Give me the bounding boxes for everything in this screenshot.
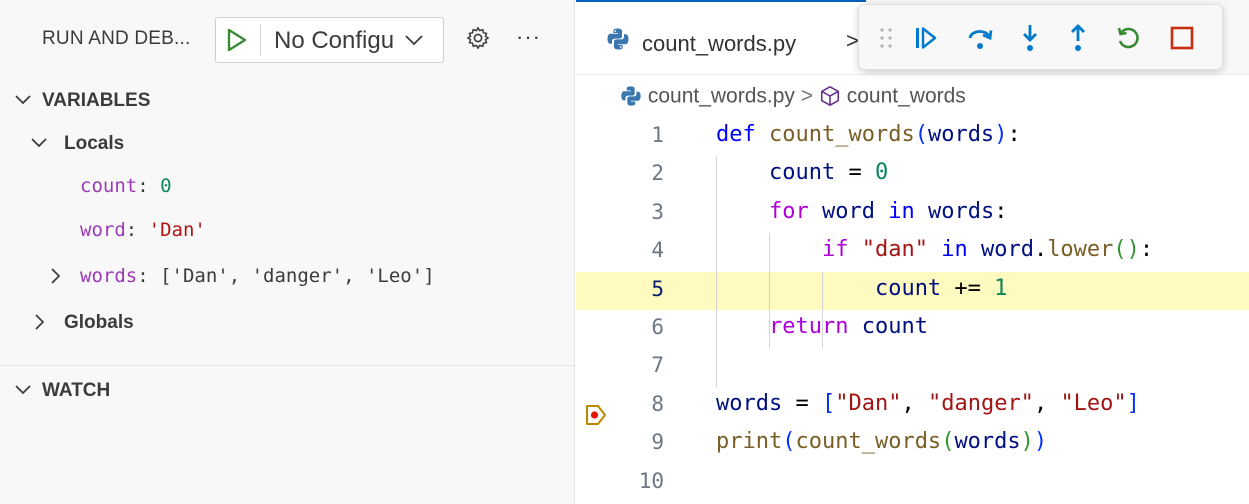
debug-toolbar (858, 4, 1223, 70)
drag-handle-icon[interactable] (879, 27, 893, 49)
tab-label: count_words.py (642, 31, 797, 56)
run-debug-header: RUN AND DEB... No Configu ··· (0, 0, 575, 72)
chevron-right-icon[interactable] (50, 267, 62, 285)
section-divider (0, 365, 575, 366)
code-text[interactable]: def count_words(words): (716, 122, 1021, 147)
line-number[interactable]: 10 (616, 469, 664, 493)
python-file-icon (621, 86, 641, 107)
step-out-icon (1071, 24, 1085, 51)
locals-scope[interactable]: Locals (0, 124, 575, 164)
globals-scope[interactable]: Globals (0, 302, 575, 342)
code-text[interactable]: words = ["Dan", "danger", "Leo"] (716, 391, 1140, 416)
code-text[interactable]: print(count_words(words)) (716, 429, 1047, 454)
tab-overflow-indicator: > (846, 28, 859, 53)
variable-name: words (80, 265, 138, 287)
run-debug-sidebar: RUN AND DEB... No Configu ··· VARIABLES (0, 0, 575, 504)
locals-label: Locals (64, 133, 125, 154)
variable-row[interactable]: words: ['Dan', 'danger', 'Leo'] (0, 256, 575, 296)
variable-row[interactable]: word: 'Dan' (0, 210, 575, 250)
restart-icon (1117, 27, 1139, 49)
launch-config-name[interactable]: No Configu (274, 27, 408, 55)
run-debug-title: RUN AND DEB... (42, 28, 191, 49)
code-line[interactable]: 6 return count (576, 310, 1249, 348)
line-number[interactable]: 1 (616, 123, 664, 147)
chevron-down-icon (15, 95, 31, 105)
line-number[interactable]: 6 (616, 315, 664, 339)
step-over-icon (968, 30, 993, 49)
code-line[interactable]: 3 for word in words: (576, 195, 1249, 233)
line-number[interactable]: 8 (616, 392, 664, 416)
chevron-right-icon (35, 314, 45, 330)
line-number[interactable]: 4 (616, 238, 664, 262)
stop-button[interactable] (1167, 23, 1197, 53)
python-file-icon (607, 28, 629, 50)
breadcrumb: count_words.py > count_words (620, 84, 966, 114)
code-text[interactable]: count += 1 (716, 276, 1007, 301)
step-into-icon (1023, 25, 1037, 51)
breadcrumb-symbol[interactable]: count_words (847, 84, 966, 107)
step-over-button[interactable] (965, 23, 995, 53)
more-actions-icon[interactable]: ··· (516, 24, 541, 50)
config-divider (260, 24, 261, 56)
code-line[interactable]: 4 if "dan" in word.lower(): (576, 233, 1249, 271)
breadcrumb-separator: > (800, 84, 814, 108)
code-text[interactable]: for word in words: (716, 199, 1007, 224)
line-number[interactable]: 3 (616, 200, 664, 224)
variable-row[interactable]: count: 0 (0, 166, 575, 206)
line-number[interactable]: 2 (616, 161, 664, 185)
line-number[interactable]: 5 (616, 277, 664, 301)
stop-icon (1170, 26, 1194, 50)
method-cube-icon (820, 86, 839, 107)
variables-section-header[interactable]: VARIABLES (0, 82, 575, 120)
globals-label: Globals (64, 312, 134, 333)
code-area[interactable]: 1 def count_words(words): 2 count = 03 for… (576, 118, 1249, 504)
tab-count-words[interactable]: count_words.py > (576, 0, 866, 74)
watch-section-title: WATCH (42, 380, 111, 401)
start-debugging-button[interactable] (216, 18, 258, 62)
launch-config-selector[interactable]: No Configu (215, 17, 444, 63)
breadcrumb-file[interactable]: count_words.py (648, 84, 795, 107)
step-out-button[interactable] (1063, 23, 1093, 53)
line-number[interactable]: 7 (616, 353, 664, 377)
indent-guide (822, 271, 823, 349)
watch-section-header[interactable]: WATCH (0, 372, 575, 410)
code-editor: count_words.py > count_words.py > count_… (576, 0, 1249, 504)
indent-guide (769, 233, 770, 349)
gear-icon[interactable] (466, 26, 490, 50)
chevron-down-icon (31, 138, 47, 148)
chevron-down-icon[interactable] (404, 33, 424, 47)
chevron-down-icon (15, 385, 31, 395)
restart-button[interactable] (1113, 23, 1143, 53)
variable-name: count (80, 175, 138, 197)
variable-name: word (80, 219, 126, 241)
indent-guide (716, 156, 717, 387)
current-code-line[interactable]: 5 count += 1 (576, 271, 1249, 310)
code-text[interactable]: if "dan" in word.lower(): (716, 237, 1153, 262)
code-text[interactable]: count = 0 (716, 160, 888, 185)
code-line[interactable]: 2 count = 0 (576, 156, 1249, 194)
variables-section-title: VARIABLES (42, 90, 151, 111)
continue-button[interactable] (911, 23, 941, 53)
variable-value: 0 (160, 175, 172, 197)
variable-value: ['Dan', 'danger', 'Leo'] (160, 265, 435, 287)
continue-icon (916, 27, 937, 49)
code-line[interactable]: 8 words = ["Dan", "danger", "Leo"] (576, 387, 1249, 425)
line-number[interactable]: 9 (616, 430, 664, 454)
code-line[interactable]: 10 (576, 464, 1249, 502)
play-icon (227, 28, 247, 52)
code-line[interactable]: 1 def count_words(words): (576, 118, 1249, 156)
step-into-button[interactable] (1015, 23, 1045, 53)
code-line[interactable]: 9 print(count_words(words)) (576, 425, 1249, 463)
variable-value: 'Dan' (148, 219, 206, 241)
code-line[interactable]: 7 (576, 348, 1249, 386)
